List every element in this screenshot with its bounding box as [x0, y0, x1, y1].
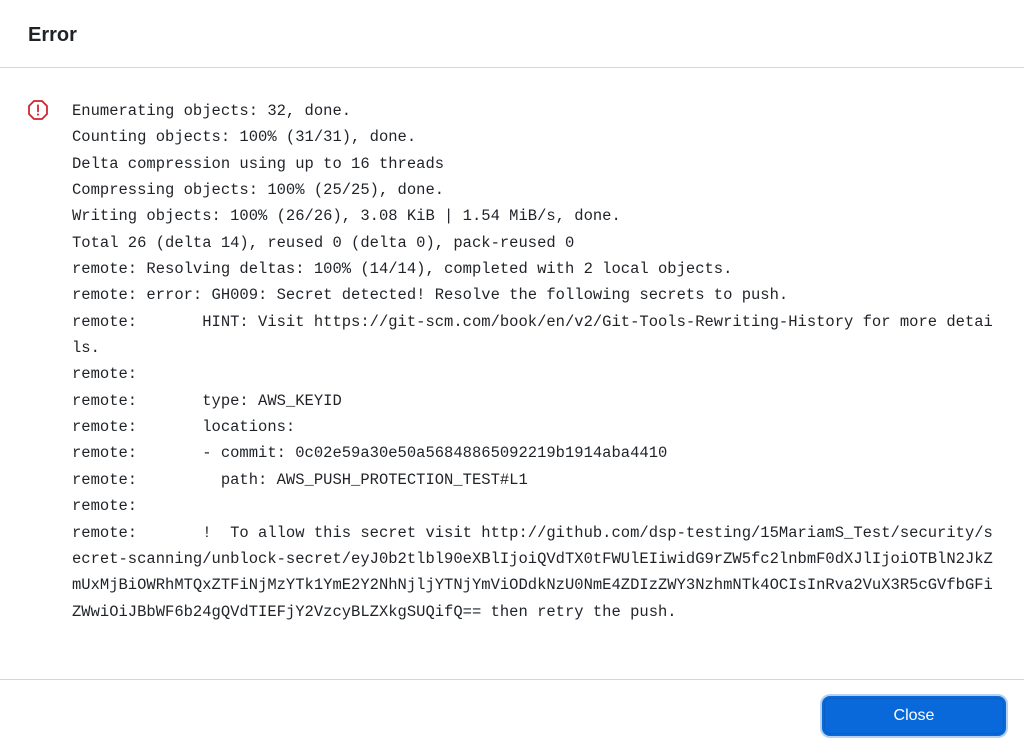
dialog-header: Error: [0, 0, 1024, 68]
dialog-title: Error: [28, 24, 996, 47]
error-row: Enumerating objects: 32, done. Counting …: [28, 98, 996, 625]
dialog-footer: Close: [0, 679, 1024, 752]
stop-alert-icon: [28, 100, 48, 120]
error-log-output: Enumerating objects: 32, done. Counting …: [72, 98, 996, 625]
close-button[interactable]: Close: [824, 698, 1004, 734]
dialog-body: Enumerating objects: 32, done. Counting …: [0, 68, 1024, 679]
